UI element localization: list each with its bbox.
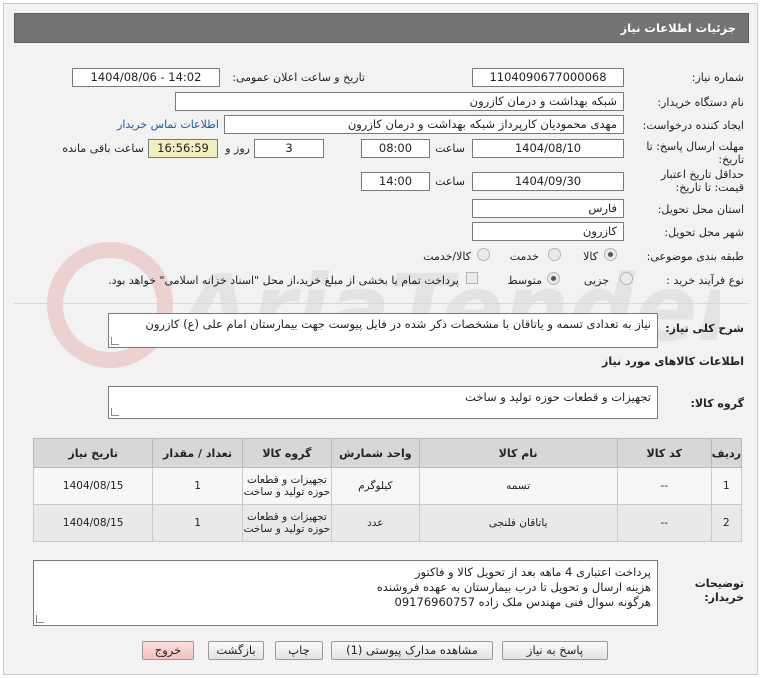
remaining-time-field: 16:56:59: [148, 139, 218, 158]
buyer-org-field: شبکه بهداشت و درمان کازرون: [175, 92, 624, 111]
deadline-label-2: تاریخ:: [718, 153, 744, 166]
purchase-type-label: نوع فرآیند خرید :: [666, 274, 744, 287]
buyer-note-line: پرداخت اعتباری 4 ماهه بعد از تحویل کالا …: [415, 565, 651, 579]
cell-item-name: تسمه: [418, 467, 618, 505]
cell-quantity: 1: [152, 504, 243, 542]
creator-field: مهدی محمودیان کارپرداز شبکه بهداشت و درم…: [224, 115, 624, 134]
province-label: استان محل تحویل:: [657, 203, 744, 216]
reply-button[interactable]: پاسخ به نیاز: [502, 641, 608, 660]
cell-group: تجهیزات و قطعات حوزه تولید و ساخت: [241, 504, 333, 542]
buyer-notes-label: توضیحات: [694, 577, 744, 590]
column-header: ردیف: [710, 438, 743, 468]
buyer-notes-textarea: پرداخت اعتباری 4 ماهه بعد از تحویل کالا …: [33, 560, 658, 626]
column-header: گروه کالا: [241, 438, 333, 468]
validity-date-field: 1404/09/30: [472, 172, 624, 191]
validity-time-label: ساعت: [435, 175, 465, 188]
announce-datetime-field: 1404/08/06 - 14:02: [72, 68, 220, 87]
validity-time-field: 14:00: [361, 172, 430, 191]
days-label: روز و: [225, 142, 250, 155]
cell-quantity: 1: [152, 467, 243, 505]
resize-grip-icon[interactable]: [111, 408, 119, 416]
announce-label: تاریخ و ساعت اعلان عمومی:: [232, 71, 365, 84]
goods-group-text: تجهیزات و قطعات حوزه تولید و ساخت: [465, 390, 651, 404]
back-button[interactable]: بازگشت: [208, 641, 264, 660]
goods-group-label: گروه کالا:: [690, 397, 744, 410]
description-text: نیاز به تعدادی تسمه و یاتاقان با مشخصات …: [145, 317, 651, 331]
purchase-radio-medium[interactable]: [547, 272, 560, 285]
category-option-goods-service: کالا/خدمت: [423, 250, 471, 263]
buyer-notes-label-2: خریدار:: [704, 591, 744, 604]
goods-group-textarea: تجهیزات و قطعات حوزه تولید و ساخت: [108, 386, 658, 419]
table-row: 2 -- یاتاقان فلنجی عدد تجهیزات و قطعات ح…: [32, 504, 743, 542]
view-attachments-button[interactable]: مشاهده مدارک پیوستی (1): [331, 641, 493, 660]
page-header: جزئیات اطلاعات نیاز: [14, 13, 749, 43]
buyer-note-line: هزینه ارسال و تحویل تا درب بیمارستان به …: [376, 580, 651, 594]
purchase-option-medium: متوسط: [507, 274, 542, 287]
validity-label-2: قیمت: تا تاریخ:: [675, 181, 744, 194]
need-number-label: شماره نیاز:: [691, 71, 744, 84]
cell-need-date: 1404/08/15: [32, 467, 154, 505]
category-label: طبقه بندی موضوعی:: [646, 250, 744, 263]
remaining-time-label: ساعت باقی مانده: [62, 142, 144, 155]
column-header: واحد شمارش: [331, 438, 420, 468]
cell-unit: عدد: [331, 504, 420, 542]
deadline-date-field: 1404/08/10: [472, 139, 624, 158]
cell-row-number: 2: [710, 504, 743, 542]
cell-item-code: --: [616, 504, 712, 542]
creator-label: ایجاد کننده درخواست:: [642, 119, 744, 132]
description-label: شرح کلی نیاز:: [665, 322, 744, 335]
category-option-service: خدمت: [509, 250, 539, 263]
province-field: فارس: [472, 199, 624, 218]
cell-need-date: 1404/08/15: [32, 504, 154, 542]
treasury-payment-checkbox[interactable]: [466, 272, 478, 284]
purchase-option-minor: جزیی: [583, 274, 609, 287]
buyer-note-line: هرگونه سوال فنی مهندس ملک زاده 091769607…: [394, 595, 651, 609]
category-radio-service[interactable]: [548, 248, 561, 261]
goods-table: ردیف کد کالا نام کالا واحد شمارش گروه کا…: [32, 438, 743, 542]
deadline-time-field: 08:00: [361, 139, 430, 158]
goods-section-title: اطلاعات کالاهای مورد نیاز: [602, 355, 744, 368]
exit-button[interactable]: خروج: [142, 641, 194, 660]
cell-item-name: یاتاقان فلنجی: [418, 504, 618, 542]
days-remaining-field: 3: [254, 139, 324, 158]
treasury-payment-note: پرداخت تمام یا بخشی از مبلغ خرید،از محل …: [108, 274, 459, 287]
column-header: کد کالا: [616, 438, 712, 468]
column-header: تعداد / مقدار: [152, 438, 243, 468]
cell-unit: کیلوگرم: [331, 467, 420, 505]
buyer-org-label: نام دستگاه خریدار:: [657, 96, 744, 109]
city-label: شهر محل تحویل:: [664, 226, 744, 239]
table-header-row: ردیف کد کالا نام کالا واحد شمارش گروه کا…: [32, 438, 743, 468]
page-title: جزئیات اطلاعات نیاز: [620, 21, 736, 35]
resize-grip-icon[interactable]: [111, 337, 119, 345]
category-radio-goods[interactable]: [604, 248, 617, 261]
city-field: کازرون: [472, 222, 624, 241]
purchase-radio-minor[interactable]: [620, 272, 633, 285]
buyer-contact-link[interactable]: اطلاعات تماس خریدار: [117, 118, 219, 131]
category-radio-goods-service[interactable]: [477, 248, 490, 261]
need-number-field: 1104090677000068: [472, 68, 624, 87]
resize-grip-icon[interactable]: [36, 615, 44, 623]
column-header: تاریخ نیاز: [32, 438, 154, 468]
table-row: 1 -- تسمه کیلوگرم تجهیزات و قطعات حوزه ت…: [32, 467, 743, 505]
column-header: نام کالا: [418, 438, 618, 468]
description-textarea: نیاز به تعدادی تسمه و یاتاقان با مشخصات …: [108, 313, 658, 348]
divider: [14, 303, 749, 304]
cell-row-number: 1: [710, 467, 743, 505]
validity-label: حداقل تاریخ اعتبار: [660, 168, 744, 181]
deadline-label: مهلت ارسال پاسخ: تا: [646, 140, 744, 153]
deadline-time-label: ساعت: [435, 142, 465, 155]
category-option-goods: کالا: [583, 250, 598, 263]
cell-group: تجهیزات و قطعات حوزه تولید و ساخت: [241, 467, 333, 505]
print-button[interactable]: چاپ: [275, 641, 323, 660]
cell-item-code: --: [616, 467, 712, 505]
